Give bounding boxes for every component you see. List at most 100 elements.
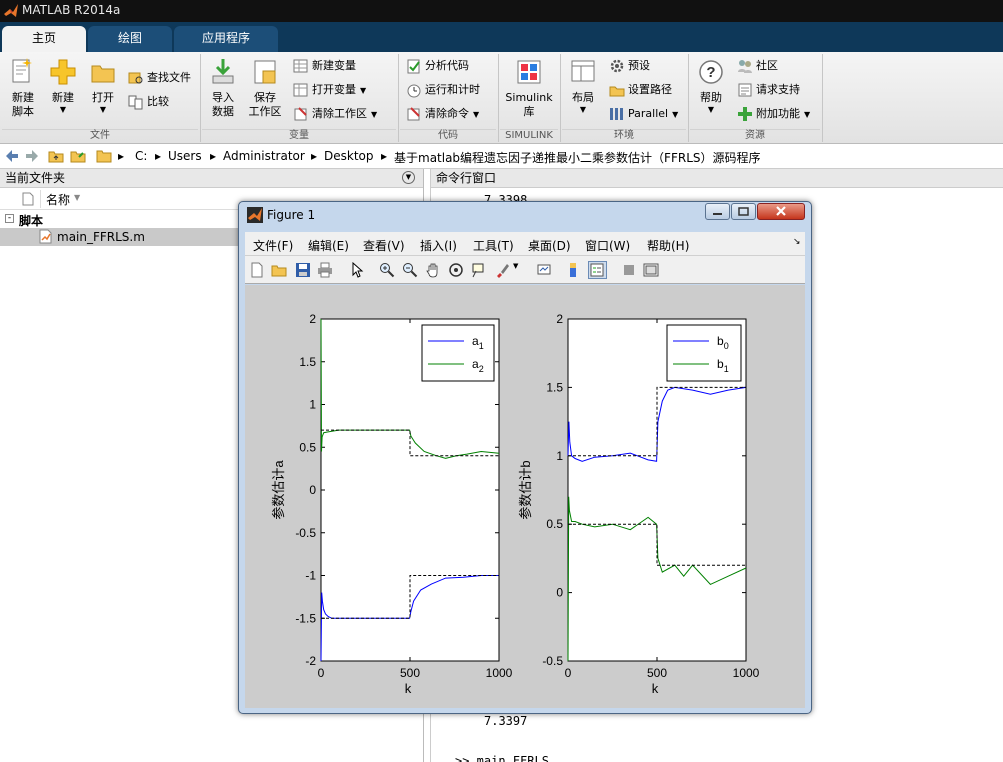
print-icon[interactable] [317, 262, 333, 278]
breadcrumb-separator-icon: ▸ [155, 149, 162, 163]
show-plot-tools-icon[interactable] [643, 262, 659, 278]
clear-workspace-button[interactable]: 清除工作区 ▼ [293, 104, 377, 124]
zoom-in-icon[interactable] [379, 262, 395, 278]
menu-help[interactable]: 帮助(H) [647, 237, 689, 254]
menu-desktop[interactable]: 桌面(D) [528, 237, 571, 254]
up-folder-icon[interactable] [48, 148, 64, 167]
parallel-button[interactable]: Parallel ▼ [609, 104, 678, 124]
open-variable-button[interactable]: 打开变量 ▼ [293, 80, 366, 100]
legend-icon[interactable] [588, 261, 607, 279]
save-icon[interactable] [295, 262, 311, 278]
data-cursor-icon[interactable] [471, 262, 487, 278]
open-dropdown-icon: ▼ [99, 105, 107, 114]
brush-dropdown-icon[interactable]: ▼ [513, 262, 521, 278]
group-label-file: 文件 [2, 129, 198, 142]
title-bar: MATLAB R2014a [0, 0, 1003, 22]
run-and-time-button[interactable]: 运行和计时 [406, 80, 480, 100]
select-arrow-icon[interactable] [349, 261, 365, 278]
breadcrumb-item[interactable]: 基于matlab编程遗忘因子递推最小二乘参数估计（FFRLS）源码程序 [394, 149, 761, 166]
help-button[interactable]: ? 帮助 ▼ [688, 56, 734, 114]
x-axis-label: k [652, 681, 659, 696]
address-bar: ▸ C: ▸ Users ▸ Administrator ▸ Desktop ▸… [0, 145, 1003, 169]
add-ons-button[interactable]: 附加功能 ▼ [737, 104, 810, 124]
set-path-button[interactable]: 设置路径 [609, 80, 672, 100]
minimize-button[interactable] [705, 203, 730, 220]
save-workspace-icon [242, 56, 288, 88]
new-figure-icon[interactable] [249, 262, 265, 278]
dock-arrow-icon[interactable]: ↘ [793, 237, 801, 247]
menu-edit[interactable]: 编辑(E) [308, 237, 349, 254]
panel-menu-icon[interactable]: ▼ [402, 171, 415, 184]
breadcrumb-item[interactable]: Users [168, 149, 202, 163]
figure-logo-icon [247, 207, 263, 226]
legend: a1a2 [421, 324, 495, 382]
find-files-icon [128, 72, 143, 84]
simulink-library-button[interactable]: Simulink 库 [502, 56, 556, 119]
breadcrumb-item[interactable]: Administrator [223, 149, 305, 163]
group-label-variable: 变量 [202, 129, 396, 142]
clear-commands-button[interactable]: 清除命令 ▼ [406, 104, 479, 124]
group-label: 脚本 [19, 214, 44, 228]
find-files-button[interactable]: 查找文件 [128, 68, 191, 88]
hide-plot-tools-icon[interactable] [621, 262, 637, 278]
breadcrumb-item[interactable]: C: [135, 149, 147, 163]
current-folder-title: 当前文件夹 [5, 171, 66, 185]
save-workspace-button[interactable]: 保存 工作区 [242, 56, 288, 119]
y-tick-label: 2 [556, 312, 563, 326]
browse-folder-icon[interactable] [70, 148, 86, 167]
tab-home[interactable]: 主页 [2, 26, 86, 52]
open-button[interactable]: 打开 ▼ [80, 56, 126, 114]
open-file-icon[interactable] [271, 262, 287, 278]
collapse-icon[interactable]: - [5, 214, 14, 223]
clear-commands-label: 清除命令 [425, 107, 469, 120]
preferences-button[interactable]: 预设 [609, 56, 650, 76]
request-support-button[interactable]: 请求支持 [737, 80, 800, 100]
import-data-button[interactable]: 导入 数据 [200, 56, 246, 119]
menu-insert[interactable]: 插入(I) [420, 237, 457, 254]
figure-window[interactable]: Figure 1 文件(F) 编辑(E) 查看(V) 插入(I) 工具(T) 桌… [238, 201, 812, 714]
new-variable-icon [293, 59, 308, 73]
figure-canvas[interactable]: -2 -1.5 -1 -0.5 0 0.5 1 1.5 2 0 500 1000 k 参数估计a a1 a2-… [245, 285, 805, 708]
tab-plots[interactable]: 绘图 [88, 26, 172, 52]
breadcrumb-separator-icon: ▸ [210, 149, 217, 163]
layout-button[interactable]: 布局 ▼ [560, 56, 606, 114]
simulink-label: Simulink 库 [505, 91, 553, 118]
menu-tools[interactable]: 工具(T) [473, 237, 514, 254]
folder-icon [96, 148, 112, 167]
compare-label: 比较 [147, 95, 169, 108]
breadcrumb-separator-icon: ▸ [381, 149, 388, 163]
parallel-label: Parallel [628, 107, 669, 120]
rotate-3d-icon[interactable] [448, 262, 464, 278]
parallel-dropdown-icon: ▼ [672, 110, 679, 119]
pan-hand-icon[interactable] [425, 262, 441, 278]
save-workspace-label: 保存 工作区 [248, 91, 282, 118]
y-tick-label: -0.5 [295, 526, 316, 540]
maximize-button[interactable] [731, 203, 756, 220]
menu-file[interactable]: 文件(F) [253, 237, 293, 254]
brush-icon[interactable] [494, 262, 510, 278]
import-data-label: 导入 数据 [212, 91, 234, 118]
y-axis-label: 参数估计b [518, 460, 533, 519]
y-tick-label: 0.5 [546, 517, 563, 531]
axes-2: -0.500.511.520 500 1000k参数估计bb0b1 [518, 312, 760, 696]
analyze-code-button[interactable]: 分析代码 [406, 56, 469, 76]
breadcrumb-item[interactable]: Desktop [324, 149, 374, 163]
link-plot-icon[interactable] [536, 262, 552, 278]
analyze-code-icon [407, 59, 420, 74]
menu-window[interactable]: 窗口(W) [585, 237, 630, 254]
zoom-out-icon[interactable] [402, 262, 418, 278]
new-variable-button[interactable]: 新建变量 [293, 56, 356, 76]
tab-apps[interactable]: 应用程序 [174, 26, 278, 52]
layout-label: 布局 [572, 91, 594, 104]
legend-box [666, 324, 742, 382]
compare-button[interactable]: 比较 [128, 92, 169, 112]
close-button[interactable] [757, 203, 805, 220]
open-label: 打开 [92, 91, 114, 104]
run-and-time-icon [407, 84, 421, 98]
forward-arrow-icon[interactable] [24, 148, 40, 167]
community-button[interactable]: 社区 [737, 56, 778, 76]
colorbar-icon[interactable] [565, 262, 581, 278]
menu-view[interactable]: 查看(V) [363, 237, 405, 254]
back-arrow-icon[interactable] [4, 148, 20, 167]
gear-icon [610, 59, 624, 73]
